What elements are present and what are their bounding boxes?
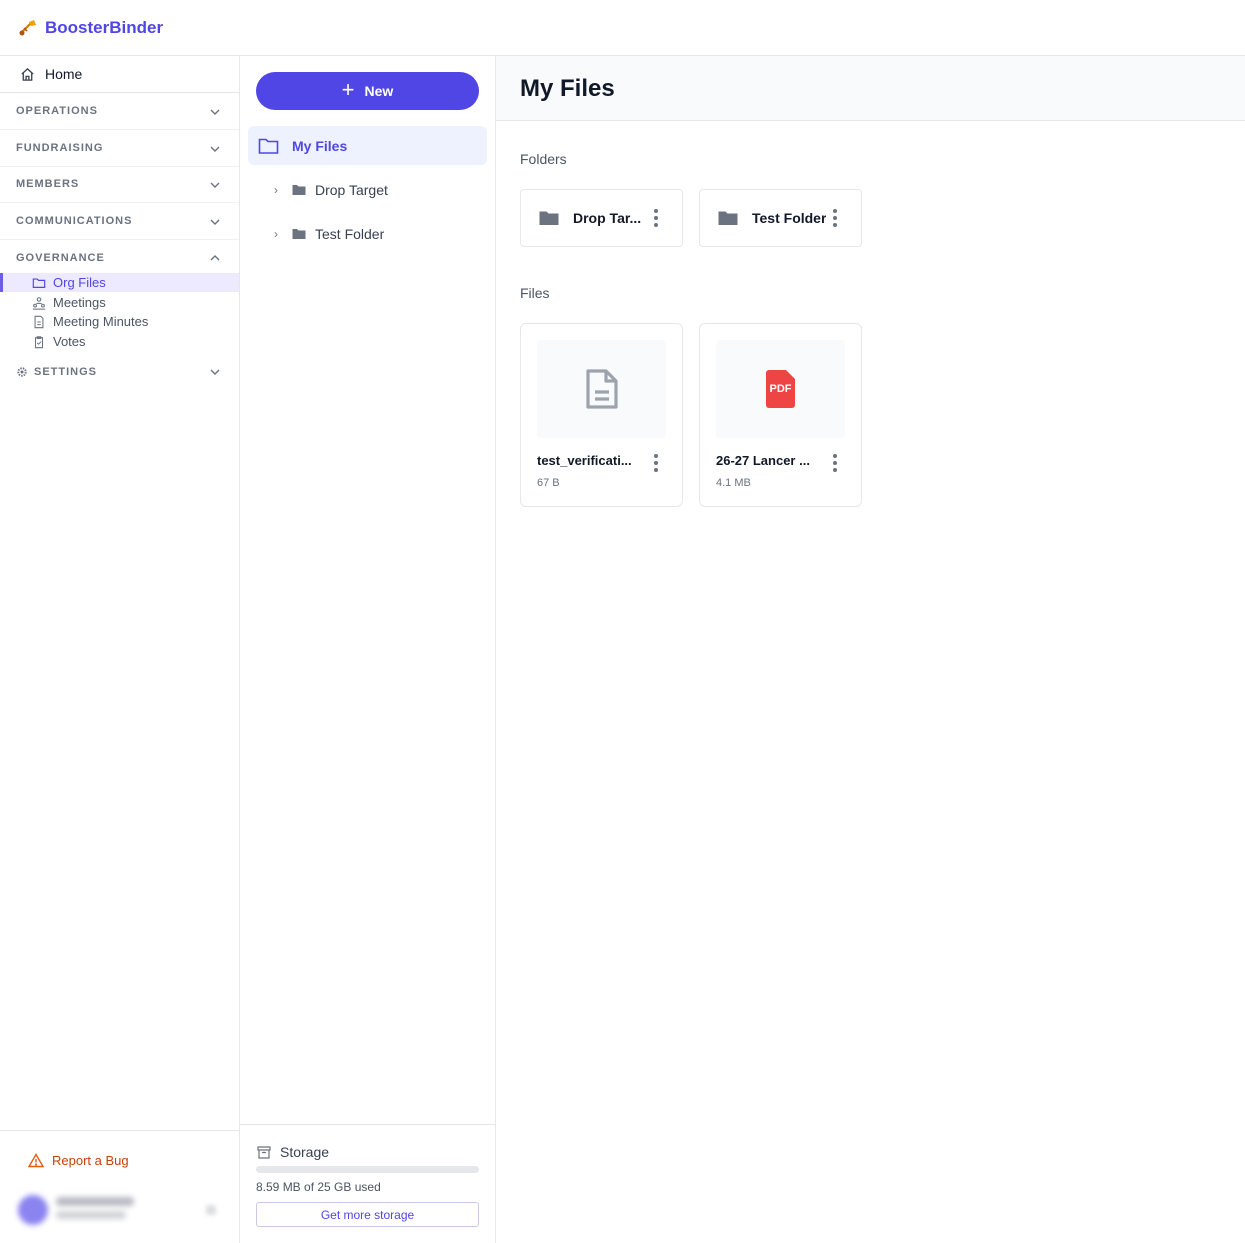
folder-card-name: Test Folder (752, 210, 827, 226)
folders-heading: Folders (520, 151, 567, 167)
file-size: 67 B (537, 477, 560, 489)
user-role-redacted (56, 1211, 126, 1219)
storage-panel: Storage 8.59 MB of 25 GB used Get more s… (240, 1124, 495, 1243)
sidebar-footer: Report a Bug (0, 1130, 239, 1243)
file-thumbnail (537, 340, 666, 438)
gear-icon (16, 366, 28, 378)
section-label: MEMBERS (16, 178, 80, 190)
file-thumbnail: PDF (716, 340, 845, 438)
pdf-icon: PDF (766, 370, 795, 408)
tree-item-folder[interactable]: › Test Folder (274, 222, 474, 246)
tree-item-label: Test Folder (315, 226, 385, 242)
storage-header: Storage (257, 1144, 329, 1160)
file-name: test_verificati... (537, 453, 632, 468)
tree-item-folder[interactable]: › Drop Target (274, 178, 474, 202)
section-label: GOVERNANCE (16, 251, 105, 264)
tree-root-label: My Files (292, 137, 348, 154)
file-card[interactable]: test_verificati... 67 B (520, 323, 683, 507)
folder-icon (258, 137, 279, 155)
pdf-badge-label: PDF (769, 383, 792, 395)
folder-card-name: Drop Tar... (573, 210, 642, 226)
warning-icon (28, 1153, 44, 1168)
sidebar: Home OPERATIONS FUNDRAISING MEMBERS COMM… (0, 56, 240, 1243)
sidebar-item-label: Org Files (53, 275, 106, 290)
section-communications[interactable]: COMMUNICATIONS (0, 203, 239, 240)
chevron-down-icon (209, 178, 221, 196)
more-vertical-icon[interactable] (833, 209, 837, 227)
chevron-up-icon (209, 251, 221, 269)
files-heading: Files (520, 285, 550, 301)
folder-icon (32, 276, 46, 290)
more-vertical-icon[interactable] (654, 454, 658, 472)
report-bug-label: Report a Bug (52, 1153, 129, 1168)
file-name: 26-27 Lancer ... (716, 453, 810, 468)
file-size: 4.1 MB (716, 477, 751, 489)
section-label: OPERATIONS (16, 105, 98, 117)
tree-item-my-files[interactable]: My Files (248, 126, 487, 165)
home-icon (20, 67, 35, 82)
sidebar-item-meeting-minutes[interactable]: Meeting Minutes (0, 312, 239, 331)
user-menu-icon (206, 1205, 216, 1215)
folder-tree-panel: + New My Files › Drop Target › Test Fold… (240, 56, 496, 1243)
trumpet-icon (18, 18, 38, 38)
folder-icon (292, 228, 306, 240)
sidebar-item-label: Meeting Minutes (53, 314, 149, 329)
tree-item-label: Drop Target (315, 182, 388, 198)
folder-card[interactable]: Drop Tar... (520, 189, 683, 247)
top-bar: BoosterBinder (0, 0, 1245, 56)
storage-title: Storage (280, 1144, 330, 1160)
report-bug-link[interactable]: Report a Bug (28, 1153, 129, 1168)
new-button-label: New (364, 83, 394, 99)
sidebar-item-label: Home (45, 66, 83, 82)
file-card[interactable]: PDF 26-27 Lancer ... 4.1 MB (699, 323, 862, 507)
folder-icon (539, 210, 559, 226)
document-icon (32, 315, 46, 329)
chevron-down-icon (209, 105, 221, 123)
get-more-storage-button[interactable]: Get more storage (256, 1202, 479, 1227)
chevron-down-icon (209, 365, 221, 383)
new-button[interactable]: + New (256, 72, 479, 110)
storage-used-text: 8.59 MB of 25 GB used (256, 1180, 381, 1194)
avatar (18, 1195, 48, 1225)
brand-name[interactable]: BoosterBinder (45, 18, 163, 38)
more-vertical-icon[interactable] (833, 454, 837, 472)
clipboard-check-icon (32, 335, 46, 349)
section-operations[interactable]: OPERATIONS (0, 93, 239, 130)
main-content: My Files Folders Drop Tar... Test Folder… (496, 56, 1245, 1243)
chevron-right-icon[interactable]: › (274, 183, 284, 197)
user-name-redacted (56, 1197, 134, 1206)
document-icon (585, 368, 619, 410)
section-governance[interactable]: GOVERNANCE (0, 239, 239, 276)
user-menu[interactable] (16, 1191, 216, 1227)
section-settings[interactable]: SETTINGS (0, 353, 239, 390)
more-vertical-icon[interactable] (654, 209, 658, 227)
sidebar-item-meetings[interactable]: Meetings (0, 293, 239, 312)
section-label: COMMUNICATIONS (16, 215, 133, 227)
section-label: FUNDRAISING (16, 142, 104, 154)
sidebar-item-label: Meetings (53, 295, 106, 310)
sidebar-item-org-files[interactable]: Org Files (0, 273, 239, 292)
sidebar-item-votes[interactable]: Votes (0, 332, 239, 351)
sidebar-item-home[interactable]: Home (0, 56, 239, 93)
folder-icon (718, 210, 738, 226)
sidebar-item-label: Votes (53, 334, 86, 349)
section-label: SETTINGS (34, 365, 98, 378)
plus-icon: + (341, 77, 355, 102)
folder-card[interactable]: Test Folder (699, 189, 862, 247)
chevron-down-icon (209, 215, 221, 233)
chevron-down-icon (209, 142, 221, 160)
chevron-right-icon[interactable]: › (274, 227, 284, 241)
page-title: My Files (520, 75, 615, 102)
people-icon (32, 296, 46, 310)
section-fundraising[interactable]: FUNDRAISING (0, 130, 239, 167)
folder-icon (292, 184, 306, 196)
section-members[interactable]: MEMBERS (0, 166, 239, 203)
archive-icon (257, 1145, 271, 1159)
main-header: My Files (496, 56, 1245, 121)
storage-progress-bar (256, 1166, 479, 1173)
